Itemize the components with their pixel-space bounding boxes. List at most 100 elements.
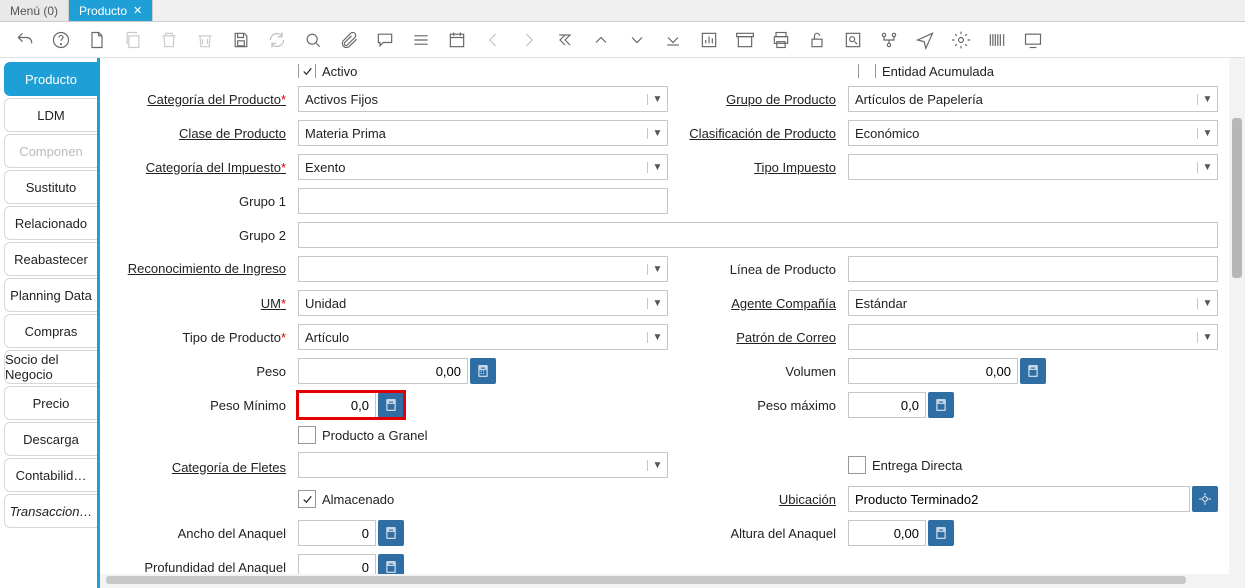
vtab-10[interactable]: Descarga (4, 422, 98, 456)
refresh-icon[interactable] (266, 29, 288, 51)
chevron-down-icon[interactable]: ▼ (647, 298, 667, 309)
lbl-um: UM* (118, 296, 288, 311)
send-icon[interactable] (914, 29, 936, 51)
vtab-6[interactable]: Planning Data (4, 278, 98, 312)
archive-icon[interactable] (734, 29, 756, 51)
chevron-down-icon[interactable]: ▼ (647, 264, 667, 275)
gear-icon[interactable] (950, 29, 972, 51)
close-icon[interactable]: ✕ (133, 4, 142, 17)
calc-icon[interactable] (378, 520, 404, 546)
chevron-down-icon[interactable]: ▼ (1197, 298, 1217, 309)
zoom-icon[interactable] (842, 29, 864, 51)
vtab-8[interactable]: Socio del Negocio (4, 350, 98, 384)
chat-icon[interactable] (374, 29, 396, 51)
barcode-icon[interactable] (986, 29, 1008, 51)
vtab-5[interactable]: Reabastecer (4, 242, 98, 276)
calc-icon[interactable] (1020, 358, 1046, 384)
vtab-11[interactable]: Contabilid… (4, 458, 98, 492)
combo-agente[interactable]: Estándar▼ (848, 290, 1218, 316)
chevron-down-icon[interactable]: ▼ (1197, 332, 1217, 343)
lbl-clasif: Clasificación de Producto (678, 126, 838, 141)
chevron-down-icon[interactable]: ▼ (647, 162, 667, 173)
up-icon[interactable] (590, 29, 612, 51)
combo-cat-fletes[interactable]: ▼ (298, 452, 668, 478)
new-icon[interactable] (86, 29, 108, 51)
calc-icon[interactable] (470, 358, 496, 384)
chevron-down-icon[interactable]: ▼ (647, 332, 667, 343)
chevron-down-icon[interactable]: ▼ (647, 460, 667, 471)
down-icon[interactable] (626, 29, 648, 51)
chevron-down-icon[interactable]: ▼ (1197, 94, 1217, 105)
vtab-9[interactable]: Precio (4, 386, 98, 420)
delete2-icon[interactable] (194, 29, 216, 51)
input-peso-min[interactable] (298, 392, 376, 418)
input-peso[interactable] (298, 358, 468, 384)
scroll-thumb[interactable] (106, 576, 1186, 584)
print-icon[interactable] (770, 29, 792, 51)
combo-tipo-imp[interactable]: ▼ (848, 154, 1218, 180)
calc-icon[interactable] (928, 520, 954, 546)
granel-label: Producto a Granel (322, 428, 428, 443)
last-icon[interactable] (662, 29, 684, 51)
combo-cat-prod[interactable]: Activos Fijos▼ (298, 86, 668, 112)
input-volumen[interactable] (848, 358, 1018, 384)
prev-icon[interactable] (482, 29, 504, 51)
combo-um[interactable]: Unidad▼ (298, 290, 668, 316)
workflow-icon[interactable] (878, 29, 900, 51)
combo-clase[interactable]: Materia Prima▼ (298, 120, 668, 146)
entrega-label: Entrega Directa (872, 458, 962, 473)
input-ubicacion[interactable] (848, 486, 1190, 512)
input-peso-max[interactable] (848, 392, 926, 418)
chevron-down-icon[interactable]: ▼ (647, 128, 667, 139)
checkbox-activo[interactable] (298, 64, 316, 78)
vtab-1[interactable]: LDM (4, 98, 98, 132)
tab-producto[interactable]: Producto✕ (69, 0, 153, 21)
combo-patron[interactable]: ▼ (848, 324, 1218, 350)
vtab-0[interactable]: Producto (4, 62, 98, 96)
vtab-3[interactable]: Sustituto (4, 170, 98, 204)
combo-tipo-prod[interactable]: Artículo▼ (298, 324, 668, 350)
input-grupo2[interactable] (298, 222, 1218, 248)
report-icon[interactable] (698, 29, 720, 51)
input-altura-anaq[interactable] (848, 520, 926, 546)
scroll-thumb[interactable] (1232, 118, 1242, 278)
chevron-down-icon[interactable]: ▼ (1197, 162, 1217, 173)
list-icon[interactable] (410, 29, 432, 51)
checkbox-entidad-acumulada[interactable] (858, 64, 876, 78)
input-grupo1[interactable] (298, 188, 668, 214)
calc-icon[interactable] (928, 392, 954, 418)
combo-cat-imp[interactable]: Exento▼ (298, 154, 668, 180)
vtab-4[interactable]: Relacionado (4, 206, 98, 240)
checkbox-granel[interactable] (298, 426, 316, 444)
next-icon[interactable] (518, 29, 540, 51)
lbl-ubicacion: Ubicación (678, 492, 838, 507)
tab-menu[interactable]: Menú (0) (0, 0, 69, 21)
checkbox-entrega[interactable] (848, 456, 866, 474)
attach-icon[interactable] (338, 29, 360, 51)
combo-clasif[interactable]: Económico▼ (848, 120, 1218, 146)
locate-icon[interactable] (1192, 486, 1218, 512)
combo-reconoc[interactable]: ▼ (298, 256, 668, 282)
undo-icon[interactable] (14, 29, 36, 51)
scrollbar-vertical[interactable] (1229, 58, 1245, 588)
screen-icon[interactable] (1022, 29, 1044, 51)
combo-grp-prod[interactable]: Artículos de Papelería▼ (848, 86, 1218, 112)
chevron-down-icon[interactable]: ▼ (1197, 128, 1217, 139)
input-ancho-anaq[interactable] (298, 520, 376, 546)
help-icon[interactable] (50, 29, 72, 51)
save-icon[interactable] (230, 29, 252, 51)
input-linea[interactable] (848, 256, 1218, 282)
first-icon[interactable] (554, 29, 576, 51)
calc-icon[interactable] (378, 392, 404, 418)
checkbox-almacenado[interactable] (298, 490, 316, 508)
search-icon[interactable] (302, 29, 324, 51)
vtab-2[interactable]: Componen (4, 134, 98, 168)
delete-icon[interactable] (158, 29, 180, 51)
chevron-down-icon[interactable]: ▼ (647, 94, 667, 105)
scrollbar-horizontal[interactable] (100, 574, 1229, 588)
vtab-7[interactable]: Compras (4, 314, 98, 348)
lock-icon[interactable] (806, 29, 828, 51)
copy-icon[interactable] (122, 29, 144, 51)
vtab-12[interactable]: Transaccion… (4, 494, 98, 528)
calendar-icon[interactable] (446, 29, 468, 51)
